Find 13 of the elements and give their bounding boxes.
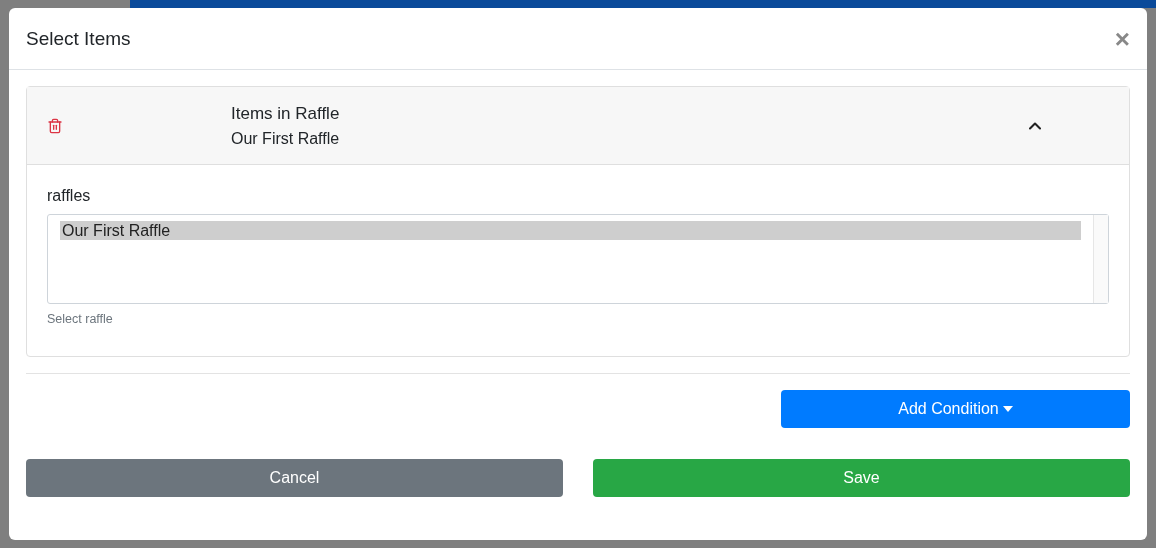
caret-icon [1002, 406, 1013, 412]
help-text: Select raffle [47, 312, 114, 326]
trash-icon[interactable] [47, 117, 63, 134]
close-button[interactable]: × [1114, 25, 1130, 52]
list-option[interactable]: Our First Raffle [60, 221, 1081, 240]
save-button[interactable]: Save [593, 459, 1130, 497]
modal-title: Select Items [26, 27, 131, 50]
condition-title: Items in Raffle [231, 103, 341, 124]
condition-subtitle: Our First Raffle [231, 129, 341, 148]
add-condition-button[interactable]: Add Condition [781, 390, 1130, 428]
raffle-listbox[interactable]: Our First Raffle [47, 214, 1109, 304]
cancel-button[interactable]: Cancel [26, 459, 563, 497]
field-label: raffles [47, 187, 92, 205]
